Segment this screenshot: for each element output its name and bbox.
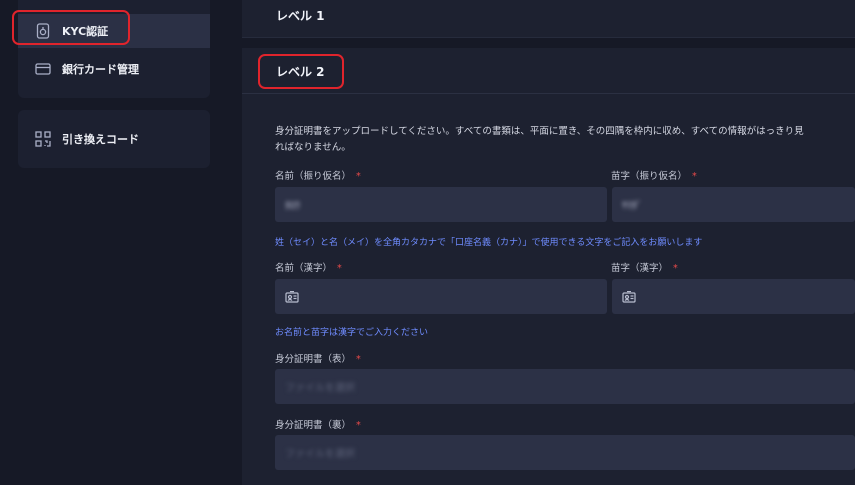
- kanji-hint: お名前と苗字は漢字でご入力ください: [275, 328, 429, 338]
- first-name-kana-input[interactable]: ﾀﾛｳ: [275, 187, 607, 222]
- sidebar-item-label: 銀行カード管理: [62, 63, 139, 76]
- sidebar: KYC認証 銀行カード管理 引き換えコード: [0, 0, 226, 485]
- first-name-kanji-input[interactable]: [275, 279, 607, 314]
- level-1-header[interactable]: レベル 1: [242, 0, 855, 38]
- level-2-title: レベル 2: [276, 65, 325, 79]
- sidebar-item-kyc[interactable]: KYC認証: [18, 14, 210, 48]
- id-front-file-input[interactable]: ファイルを選択: [275, 369, 855, 404]
- sidebar-item-bank-card[interactable]: 銀行カード管理: [18, 52, 210, 86]
- id-front-label: 身分証明書（表） *: [275, 354, 361, 365]
- last-name-kanji-input[interactable]: [612, 279, 855, 314]
- id-card-icon: [622, 290, 636, 303]
- id-back-label: 身分証明書（裏） *: [275, 420, 361, 431]
- last-name-kana-input[interactable]: ﾔﾏﾀﾞ: [612, 187, 855, 222]
- first-name-kana-label: 名前（振り仮名） *: [275, 171, 361, 182]
- last-name-kana-label: 苗字（振り仮名） *: [611, 171, 697, 182]
- account-menu-card: KYC認証 銀行カード管理: [18, 0, 210, 98]
- sidebar-item-label: KYC認証: [62, 25, 109, 38]
- level-2-header[interactable]: レベル 2: [242, 50, 855, 94]
- section-gap: [242, 38, 855, 48]
- id-card-icon: [285, 290, 299, 303]
- level-1-title: レベル 1: [276, 9, 325, 23]
- card-icon: [34, 60, 52, 78]
- redeem-card: 引き換えコード: [18, 110, 210, 168]
- upload-instructions: 身分証明書をアップロードしてください。すべての書類は、平面に置き、その四隅を枠内…: [275, 126, 804, 153]
- sidebar-item-redeem-code[interactable]: 引き換えコード: [18, 122, 210, 156]
- qr-code-icon: [34, 130, 52, 148]
- last-name-kanji-label: 苗字（漢字） *: [611, 263, 678, 274]
- kana-hint: 姓（セイ）と名（メイ）を全角カタカナで「口座名義（カナ）」で使用できる文字をご記…: [275, 238, 703, 248]
- id-back-file-input[interactable]: ファイルを選択: [275, 435, 855, 470]
- camera-icon: [34, 22, 52, 40]
- kyc-page: KYC認証 銀行カード管理 引き換えコード レベル 1 レベル 2 身分証明書を…: [0, 0, 855, 485]
- main-panel: レベル 1 レベル 2 身分証明書をアップロードしてください。すべての書類は、平…: [242, 0, 855, 485]
- first-name-kanji-label: 名前（漢字） *: [275, 263, 342, 274]
- sidebar-item-label: 引き換えコード: [62, 133, 139, 146]
